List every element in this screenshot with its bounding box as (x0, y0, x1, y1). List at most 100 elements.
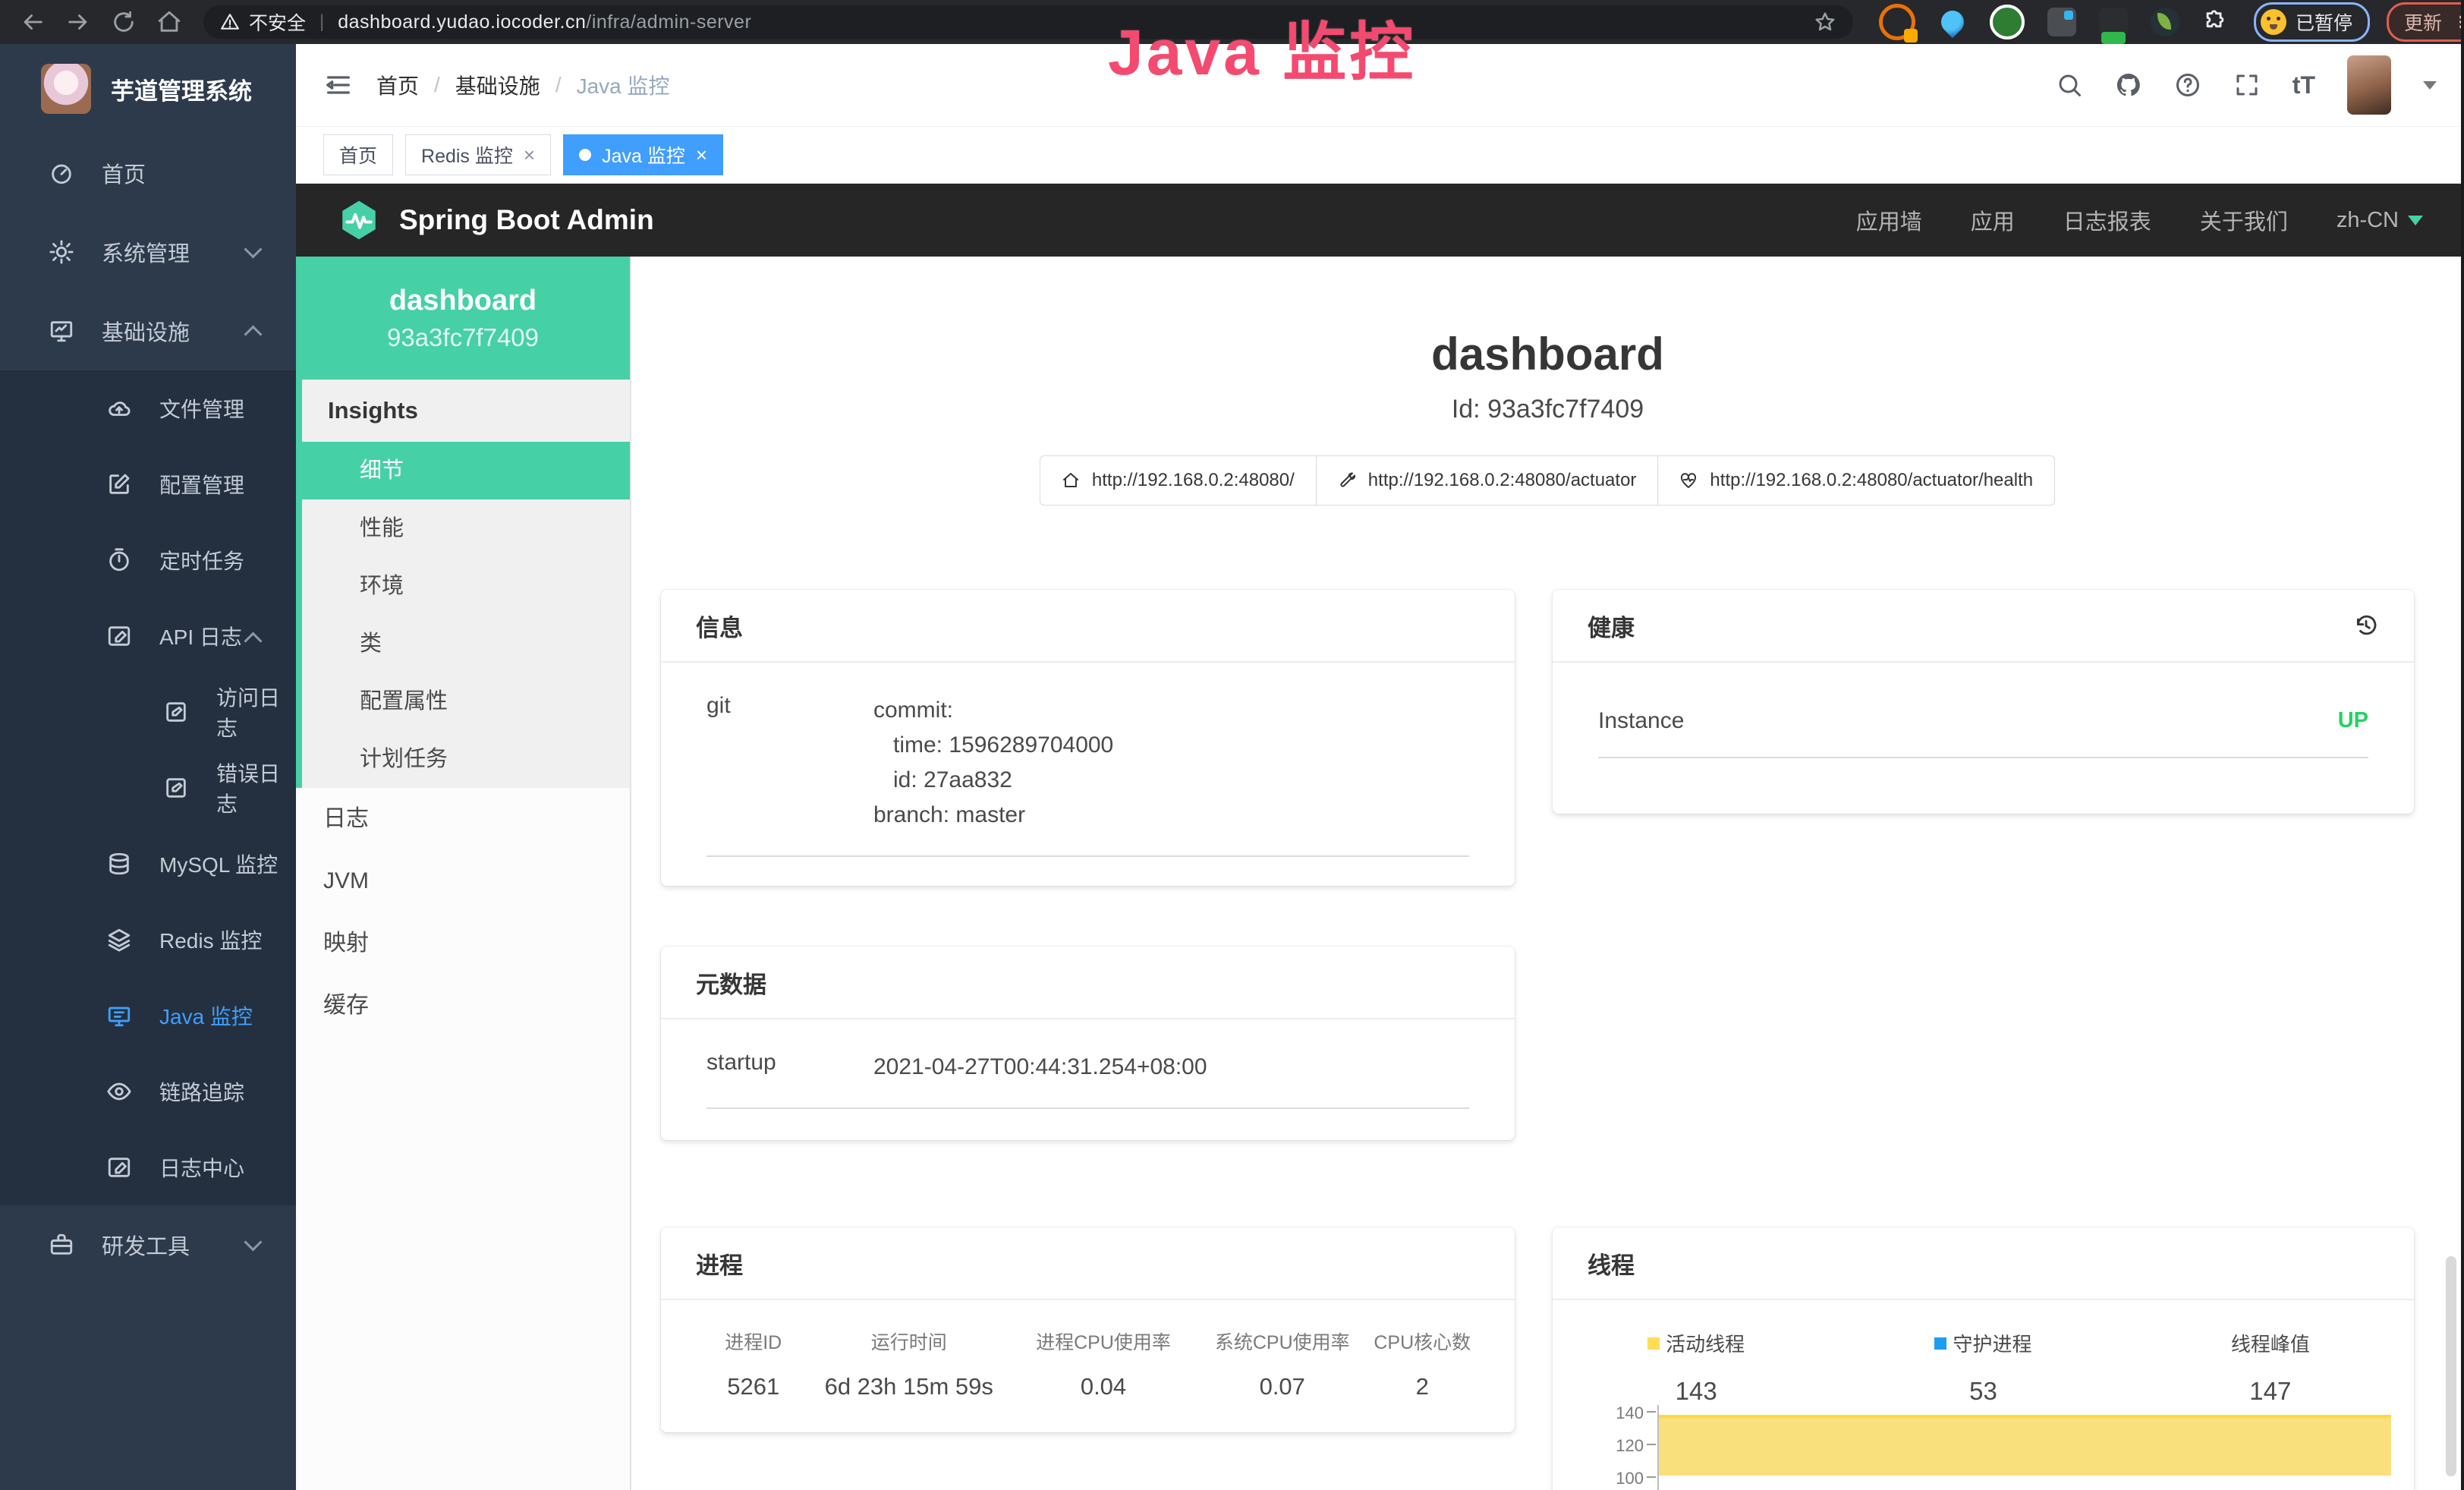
insight-item-metrics[interactable]: 性能 (302, 499, 630, 557)
sidebar-item-label: 链路追踪 (159, 1076, 244, 1107)
eye-icon (106, 1079, 132, 1104)
ext-grid-icon[interactable] (2047, 8, 2076, 36)
sba-nav-about[interactable]: 关于我们 (2200, 204, 2288, 236)
threads-chart: 140 120 100 (1553, 1400, 2414, 1490)
legend-blue-swatch (1934, 1337, 1946, 1350)
sidebar-item-error-log[interactable]: 错误日志 (0, 750, 296, 826)
panel-item-logs[interactable]: 日志 (296, 788, 630, 850)
text-size-icon[interactable]: tT (2292, 71, 2315, 99)
avatar-caret-icon[interactable] (2423, 81, 2437, 90)
edit-square-icon (106, 471, 132, 497)
topbar-actions: tT (2056, 55, 2437, 115)
database-icon (106, 851, 132, 877)
help-icon[interactable] (2174, 71, 2201, 99)
sidebar-item-mysql[interactable]: MySQL 监控 (0, 826, 296, 902)
chevron-up-icon (244, 325, 262, 343)
endpoint-actuator-link[interactable]: http://192.168.0.2:48080/actuator (1316, 455, 1659, 506)
panel-item-mappings[interactable]: 映射 (296, 912, 630, 975)
sidebar-item-trace[interactable]: 链路追踪 (0, 1054, 296, 1129)
threads-legend: 活动线程 143 守护进程 53 线程峰值 147 (1553, 1329, 2414, 1406)
sidebar-item-label: 首页 (102, 157, 146, 189)
user-avatar[interactable] (2347, 55, 2391, 115)
sba-nav-applications[interactable]: 应用 (1971, 204, 2015, 236)
breadcrumb-infra[interactable]: 基础设施 (455, 70, 540, 100)
sidebar-item-devtools[interactable]: 研发工具 (0, 1205, 296, 1284)
update-button[interactable]: 更新 (2387, 2, 2464, 42)
ext-leaf-icon[interactable] (2151, 8, 2179, 36)
scrollbar-thumb[interactable] (2446, 1256, 2456, 1476)
sidebar-item-java-monitor[interactable]: Java 监控 (0, 978, 296, 1054)
forward-icon[interactable] (65, 9, 91, 35)
legend-daemon: 守护进程 53 (1839, 1329, 2126, 1406)
ext-tampermonkey-icon[interactable] (2099, 8, 2128, 36)
sidebar-item-system[interactable]: 系统管理 (0, 213, 296, 291)
insight-item-details[interactable]: 细节 (302, 442, 630, 499)
sidebar-item-config[interactable]: 配置管理 (0, 446, 296, 522)
sidebar-item-file[interactable]: 文件管理 (0, 370, 296, 446)
reload-icon[interactable] (111, 9, 137, 35)
profile-paused-badge[interactable]: 已暂停 (2254, 2, 2370, 42)
java-monitor-icon (106, 1003, 132, 1029)
chevron-up-icon (244, 632, 262, 650)
sidebar-item-label: 配置管理 (159, 469, 244, 499)
home-nav-icon[interactable] (156, 9, 182, 35)
bookmark-star-icon[interactable] (1814, 11, 1836, 33)
app-logo (41, 64, 91, 114)
instance-main: dashboard Id: 93a3fc7f7409 http://192.16… (631, 257, 2464, 1490)
sidebar-item-log-center[interactable]: 日志中心 (0, 1129, 296, 1205)
insight-item-configprops[interactable]: 配置属性 (302, 673, 630, 730)
sidebar-item-home[interactable]: 首页 (0, 134, 296, 213)
insights-label: Insights (302, 380, 630, 442)
y-tickmark (1647, 1476, 1656, 1478)
history-icon[interactable] (2353, 613, 2379, 638)
app-sidebar: 芋道管理系统 首页 系统管理 基础设施 文件管理 (0, 44, 296, 1490)
sidebar-item-access-log[interactable]: 访问日志 (0, 674, 296, 750)
address-bar[interactable]: 不安全 | dashboard.yudao.iocoder.cn/infra/a… (203, 5, 1853, 39)
github-icon[interactable] (2115, 71, 2142, 99)
threads-card: 线程 活动线程 143 守护进程 53 (1553, 1227, 2414, 1490)
search-icon[interactable] (2056, 71, 2083, 99)
breadcrumb-home[interactable]: 首页 (376, 70, 419, 100)
sba-nav-journal[interactable]: 日志报表 (2063, 204, 2151, 236)
insight-item-scheduled[interactable]: 计划任务 (302, 730, 630, 788)
ext-green-icon[interactable] (1990, 5, 2025, 39)
sba-brand[interactable]: Spring Boot Admin (399, 204, 654, 236)
security-label[interactable]: 不安全 (249, 8, 306, 36)
extensions-puzzle-icon[interactable] (2202, 9, 2228, 35)
edit-square-icon (163, 699, 189, 725)
ext-sync-icon[interactable] (1879, 4, 1915, 40)
home-icon (1062, 471, 1080, 490)
fullscreen-icon[interactable] (2233, 71, 2261, 99)
insight-item-classes[interactable]: 类 (302, 615, 630, 673)
tag-home[interactable]: 首页 (323, 134, 393, 175)
close-icon[interactable]: × (696, 143, 707, 167)
back-icon[interactable] (20, 9, 46, 35)
panel-item-caches[interactable]: 缓存 (296, 975, 630, 1037)
ext-pin-icon[interactable] (1937, 6, 1968, 38)
wrench-icon (1338, 471, 1356, 490)
timer-icon (106, 547, 132, 573)
sidebar-item-label: 定时任务 (159, 545, 244, 575)
sba-header: Spring Boot Admin 应用墙 应用 日志报表 关于我们 zh-CN (296, 184, 2464, 257)
endpoint-health-link[interactable]: http://192.168.0.2:48080/actuator/health (1657, 455, 2055, 506)
threads-card-title: 线程 (1553, 1227, 2414, 1300)
endpoint-home-link[interactable]: http://192.168.0.2:48080/ (1040, 455, 1317, 506)
insights-group: Insights 细节 性能 环境 类 配置属性 计划任务 (296, 380, 630, 788)
instance-header[interactable]: dashboard 93a3fc7f7409 (296, 257, 630, 380)
sidebar-item-job[interactable]: 定时任务 (0, 522, 296, 598)
tag-redis[interactable]: Redis 监控× (405, 134, 551, 175)
hamburger-icon[interactable] (323, 70, 354, 100)
sidebar-item-redis[interactable]: Redis 监控 (0, 902, 296, 978)
sidebar-item-infra[interactable]: 基础设施 (0, 291, 296, 370)
info-value: commit: time: 1596289704000 id: 27aa832 … (873, 693, 1113, 833)
sidebar-item-api-log[interactable]: API 日志 (0, 598, 296, 674)
sba-logo-icon (337, 198, 381, 242)
insight-item-env[interactable]: 环境 (302, 557, 630, 615)
url-text[interactable]: dashboard.yudao.iocoder.cn/infra/admin-s… (338, 11, 751, 33)
sba-locale-select[interactable]: zh-CN (2337, 208, 2423, 233)
panel-item-jvm[interactable]: JVM (296, 850, 630, 912)
close-icon[interactable]: × (524, 143, 535, 167)
tag-java[interactable]: Java 监控× (563, 134, 723, 175)
sidebar-item-label: 错误日志 (216, 758, 296, 818)
sba-nav-wallboard[interactable]: 应用墙 (1856, 204, 1922, 236)
